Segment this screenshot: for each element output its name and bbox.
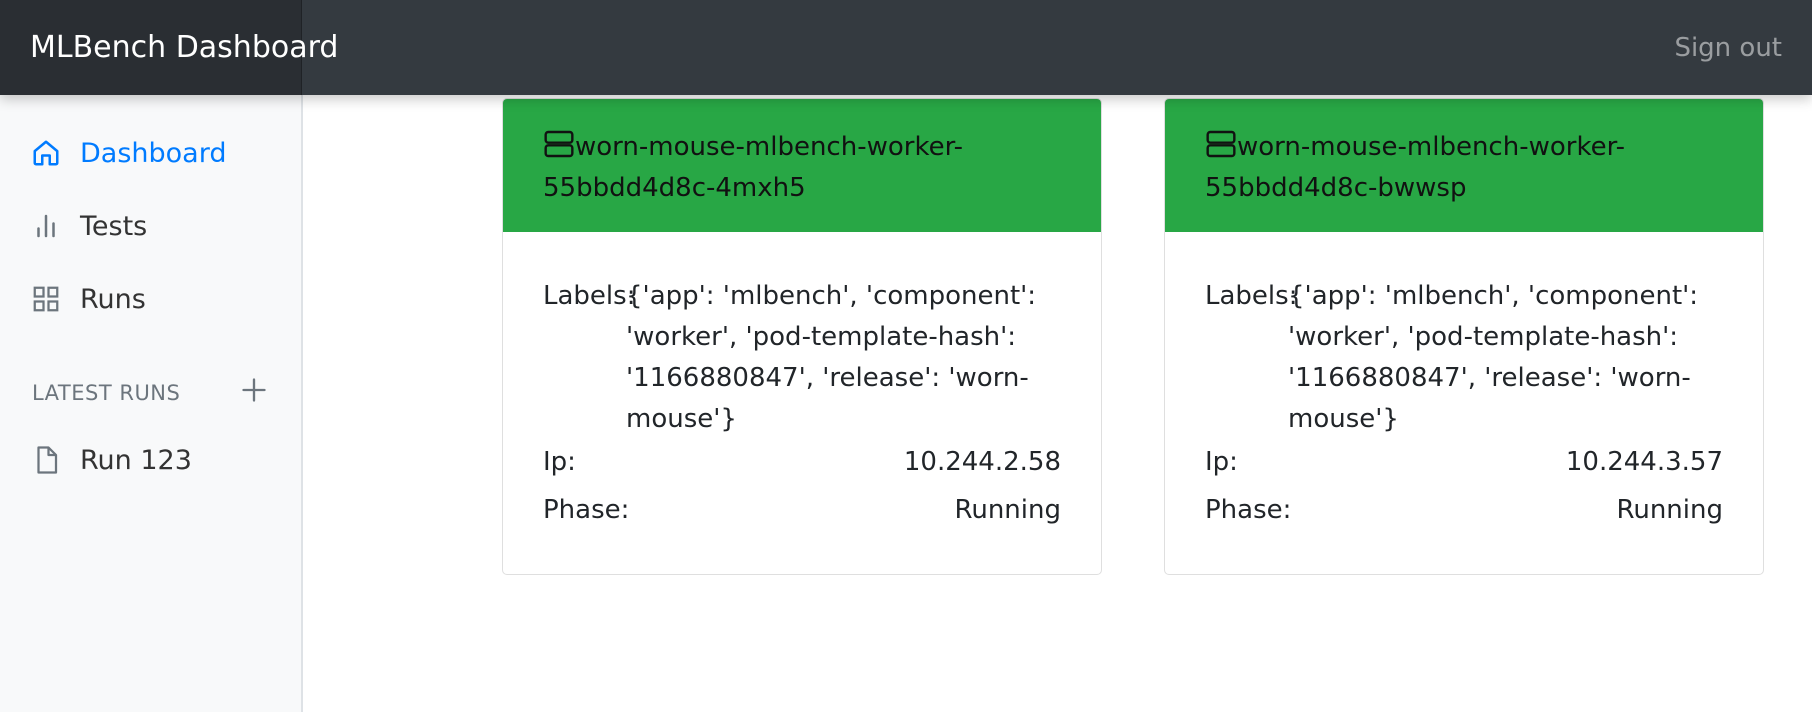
sign-out-link[interactable]: Sign out xyxy=(1674,0,1782,95)
home-icon xyxy=(30,137,62,169)
ip-row: Ip: 10.244.3.57 xyxy=(1205,442,1723,483)
phase-value: Running xyxy=(1616,495,1723,525)
labels-row: Labels: {'app': 'mlbench', 'component': … xyxy=(543,276,1061,440)
worker-name: worn-mouse-mlbench-worker-55bbdd4d8c-bww… xyxy=(1205,132,1625,203)
phase-key: Phase: xyxy=(1205,495,1292,525)
worker-name: worn-mouse-mlbench-worker-55bbdd4d8c-4mx… xyxy=(543,132,963,203)
worker-card-header: worn-mouse-mlbench-worker-55bbdd4d8c-4mx… xyxy=(503,99,1101,232)
sidebar-item-label: Dashboard xyxy=(80,137,227,169)
sidebar-item-dashboard[interactable]: Dashboard xyxy=(30,133,226,173)
phase-key: Phase: xyxy=(543,495,630,525)
sidebar-item-label: Run 123 xyxy=(80,444,192,476)
top-navbar: MLBench Dashboard Sign out xyxy=(0,0,1812,95)
file-icon xyxy=(30,444,62,476)
ip-value: 10.244.2.58 xyxy=(903,447,1061,477)
ip-key: Ip: xyxy=(1205,447,1238,477)
worker-card-header: worn-mouse-mlbench-worker-55bbdd4d8c-bww… xyxy=(1165,99,1763,232)
add-run-button[interactable] xyxy=(238,374,270,406)
ip-row: Ip: 10.244.2.58 xyxy=(543,442,1061,483)
bar-chart-icon xyxy=(30,210,62,242)
worker-card: worn-mouse-mlbench-worker-55bbdd4d8c-4mx… xyxy=(502,98,1102,575)
phase-value: Running xyxy=(954,495,1061,525)
app-title[interactable]: MLBench Dashboard xyxy=(0,0,338,95)
worker-card: worn-mouse-mlbench-worker-55bbdd4d8c-bww… xyxy=(1164,98,1764,575)
sidebar-item-label: Tests xyxy=(80,210,148,242)
ip-key: Ip: xyxy=(543,447,576,477)
sidebar-item-label: Runs xyxy=(80,283,146,315)
labels-key: Labels: xyxy=(1205,281,1298,311)
worker-card-body: Labels: {'app': 'mlbench', 'component': … xyxy=(503,232,1101,531)
sidebar-item-run-123[interactable]: Run 123 xyxy=(30,440,192,480)
labels-row: Labels: {'app': 'mlbench', 'component': … xyxy=(1205,276,1723,440)
labels-value: {'app': 'mlbench', 'component': 'worker'… xyxy=(626,281,1037,434)
server-icon xyxy=(1206,130,1236,158)
labels-key: Labels: xyxy=(543,281,636,311)
worker-card-body: Labels: {'app': 'mlbench', 'component': … xyxy=(1165,232,1763,531)
sidebar-item-runs[interactable]: Runs xyxy=(30,279,146,319)
plus-icon xyxy=(242,378,266,402)
labels-value: {'app': 'mlbench', 'component': 'worker'… xyxy=(1288,281,1699,434)
server-icon xyxy=(544,130,574,158)
grid-icon xyxy=(30,283,62,315)
phase-row: Phase: Running xyxy=(543,490,1061,531)
ip-value: 10.244.3.57 xyxy=(1565,447,1723,477)
sidebar: Dashboard Tests Runs LATEST RUNS Run 123 xyxy=(0,95,303,712)
sidebar-item-tests[interactable]: Tests xyxy=(30,206,147,246)
phase-row: Phase: Running xyxy=(1205,490,1723,531)
latest-runs-heading: LATEST RUNS xyxy=(32,381,181,405)
